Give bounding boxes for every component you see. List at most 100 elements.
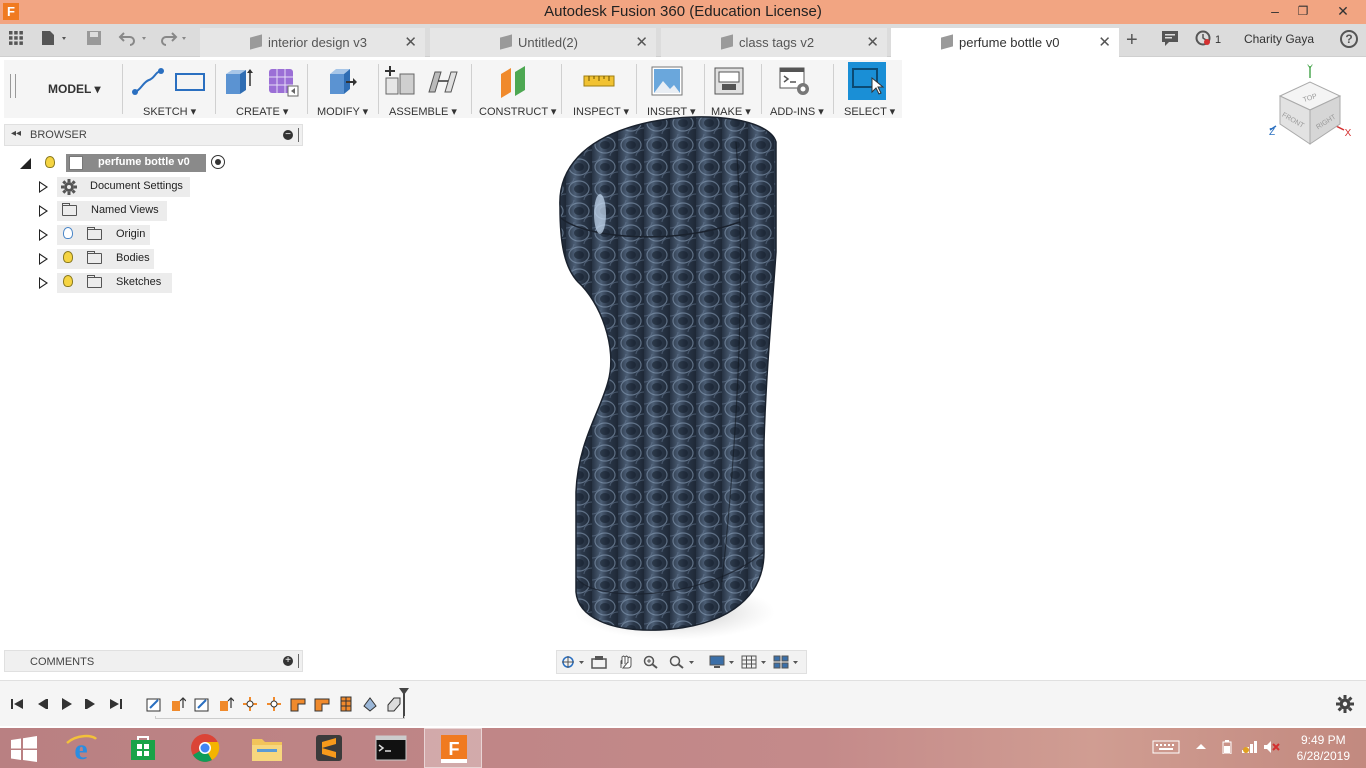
scripts-addins-icon[interactable]	[778, 64, 812, 98]
timeline-move-icon[interactable]	[242, 696, 258, 712]
expand-arrow-icon[interactable]	[39, 181, 48, 193]
battery-icon[interactable]	[1218, 740, 1236, 754]
tab-close-icon[interactable]: ✕	[404, 28, 417, 57]
step-forward-icon[interactable]	[84, 697, 98, 711]
browser-item-origin[interactable]: Origin	[0, 225, 200, 245]
3d-print-icon[interactable]	[712, 64, 746, 98]
offset-plane-icon[interactable]	[498, 64, 532, 98]
assemble-menu[interactable]: ASSEMBLE ▾	[389, 105, 457, 118]
viewcube[interactable]: TOP FRONT RIGHT Y Z X	[1262, 62, 1358, 158]
viewports-icon[interactable]	[773, 655, 801, 669]
fit-zoom-icon[interactable]	[669, 655, 697, 669]
go-to-start-icon[interactable]	[10, 697, 24, 711]
timeline-sketch-icon[interactable]	[146, 696, 162, 712]
user-account[interactable]: Charity Gaya	[1244, 32, 1314, 46]
save-icon[interactable]	[86, 30, 102, 50]
system-clock[interactable]: 9:49 PM 6/28/2019	[1297, 732, 1350, 764]
timeline-sketch-icon[interactable]	[194, 696, 210, 712]
browser-item-bodies[interactable]: Bodies	[0, 249, 200, 269]
modify-menu[interactable]: MODIFY ▾	[317, 105, 368, 118]
grid-settings-icon[interactable]	[741, 655, 769, 669]
minimize-button[interactable]: –	[1260, 0, 1290, 24]
panel-pin-icon[interactable]	[298, 654, 300, 668]
look-at-icon[interactable]	[591, 655, 607, 669]
tab-class-tags[interactable]: class tags v2 ✕	[661, 28, 887, 57]
workspace-switcher[interactable]: MODEL ▾	[48, 82, 100, 96]
browser-item-document-settings[interactable]: Document Settings	[0, 177, 200, 197]
orbit-icon[interactable]	[561, 655, 587, 669]
panel-pin-icon[interactable]	[298, 128, 300, 142]
collapse-panel-icon[interactable]: ◂◂	[11, 128, 21, 139]
go-to-end-icon[interactable]	[109, 697, 123, 711]
new-component-icon[interactable]	[384, 64, 418, 98]
activate-radio-icon[interactable]	[211, 155, 225, 169]
form-icon[interactable]	[266, 64, 300, 98]
data-panel-grid-icon[interactable]	[8, 30, 24, 50]
toolbar-grip[interactable]	[10, 74, 16, 98]
taskbar-file-explorer[interactable]	[238, 728, 296, 768]
timeline-settings-gear-icon[interactable]	[1336, 695, 1354, 713]
extrude-icon[interactable]	[222, 64, 256, 98]
measure-icon[interactable]	[582, 64, 616, 98]
sketch-menu[interactable]: SKETCH ▾	[143, 105, 196, 118]
create-menu[interactable]: CREATE ▾	[236, 105, 288, 118]
network-icon[interactable]	[1240, 740, 1258, 754]
taskbar-internet-explorer[interactable]: e	[52, 728, 110, 768]
taskbar-store[interactable]	[114, 728, 172, 768]
press-pull-icon[interactable]	[324, 64, 358, 98]
timeline-extrude-icon[interactable]	[170, 696, 186, 712]
pan-icon[interactable]	[617, 655, 633, 669]
timeline-fillet-icon[interactable]	[290, 696, 306, 712]
play-icon[interactable]	[59, 697, 73, 711]
create-sketch-icon[interactable]	[131, 64, 165, 98]
visibility-bulb-icon[interactable]	[63, 227, 73, 239]
undo-icon[interactable]	[118, 30, 150, 50]
joint-icon[interactable]	[426, 64, 460, 98]
close-button[interactable]: ✕	[1320, 0, 1366, 24]
collapse-tree-icon[interactable]	[20, 158, 31, 169]
expand-arrow-icon[interactable]	[39, 229, 48, 241]
taskbar-command-prompt[interactable]	[362, 728, 420, 768]
tab-close-icon[interactable]: ✕	[1098, 28, 1111, 57]
step-back-icon[interactable]	[35, 697, 49, 711]
minimize-panel-icon[interactable]: −	[283, 130, 293, 140]
visibility-bulb-icon[interactable]	[63, 251, 73, 263]
job-status-icon[interactable]	[1195, 30, 1211, 50]
tab-perfume-bottle[interactable]: perfume bottle v0 ✕	[891, 28, 1119, 57]
display-settings-icon[interactable]	[709, 655, 737, 669]
keyboard-icon[interactable]	[1152, 740, 1180, 754]
maximize-button[interactable]: ❐	[1288, 0, 1318, 24]
visibility-bulb-icon[interactable]	[63, 275, 73, 287]
tab-interior-design[interactable]: interior design v3 ✕	[200, 28, 425, 57]
rectangle-icon[interactable]	[173, 64, 207, 98]
tab-untitled[interactable]: Untitled(2) ✕	[430, 28, 656, 57]
taskbar-chrome[interactable]	[176, 728, 234, 768]
timeline-appearance-icon[interactable]	[362, 696, 378, 712]
windows-start-icon[interactable]	[10, 736, 38, 762]
tab-close-icon[interactable]: ✕	[866, 28, 879, 57]
timeline-extrude-icon[interactable]	[218, 696, 234, 712]
tab-close-icon[interactable]: ✕	[635, 28, 648, 57]
browser-item-sketches[interactable]: Sketches	[0, 273, 200, 293]
new-tab-button[interactable]: +	[1126, 30, 1138, 50]
timeline-split-icon[interactable]	[338, 696, 354, 712]
volume-muted-icon[interactable]	[1262, 740, 1280, 754]
file-menu-icon[interactable]	[40, 30, 70, 50]
insert-image-icon[interactable]	[650, 64, 684, 98]
expand-arrow-icon[interactable]	[39, 205, 48, 217]
browser-item-named-views[interactable]: Named Views	[0, 201, 200, 221]
visibility-bulb-icon[interactable]	[45, 156, 55, 168]
taskbar-fusion-360[interactable]: F	[424, 728, 482, 768]
taskbar-sublime-text[interactable]	[300, 728, 358, 768]
notifications-icon[interactable]	[1161, 30, 1179, 50]
show-hidden-icons-chevron-icon[interactable]	[1192, 740, 1210, 754]
timeline-fillet-icon[interactable]	[314, 696, 330, 712]
browser-root-node[interactable]: perfume bottle v0	[0, 154, 235, 174]
select-menu[interactable]: SELECT ▾	[844, 105, 895, 118]
expand-arrow-icon[interactable]	[39, 277, 48, 289]
root-component[interactable]: perfume bottle v0	[66, 154, 206, 172]
expand-arrow-icon[interactable]	[39, 253, 48, 265]
help-icon[interactable]: ?	[1340, 30, 1358, 48]
select-icon[interactable]	[848, 62, 886, 100]
redo-icon[interactable]	[160, 30, 192, 50]
